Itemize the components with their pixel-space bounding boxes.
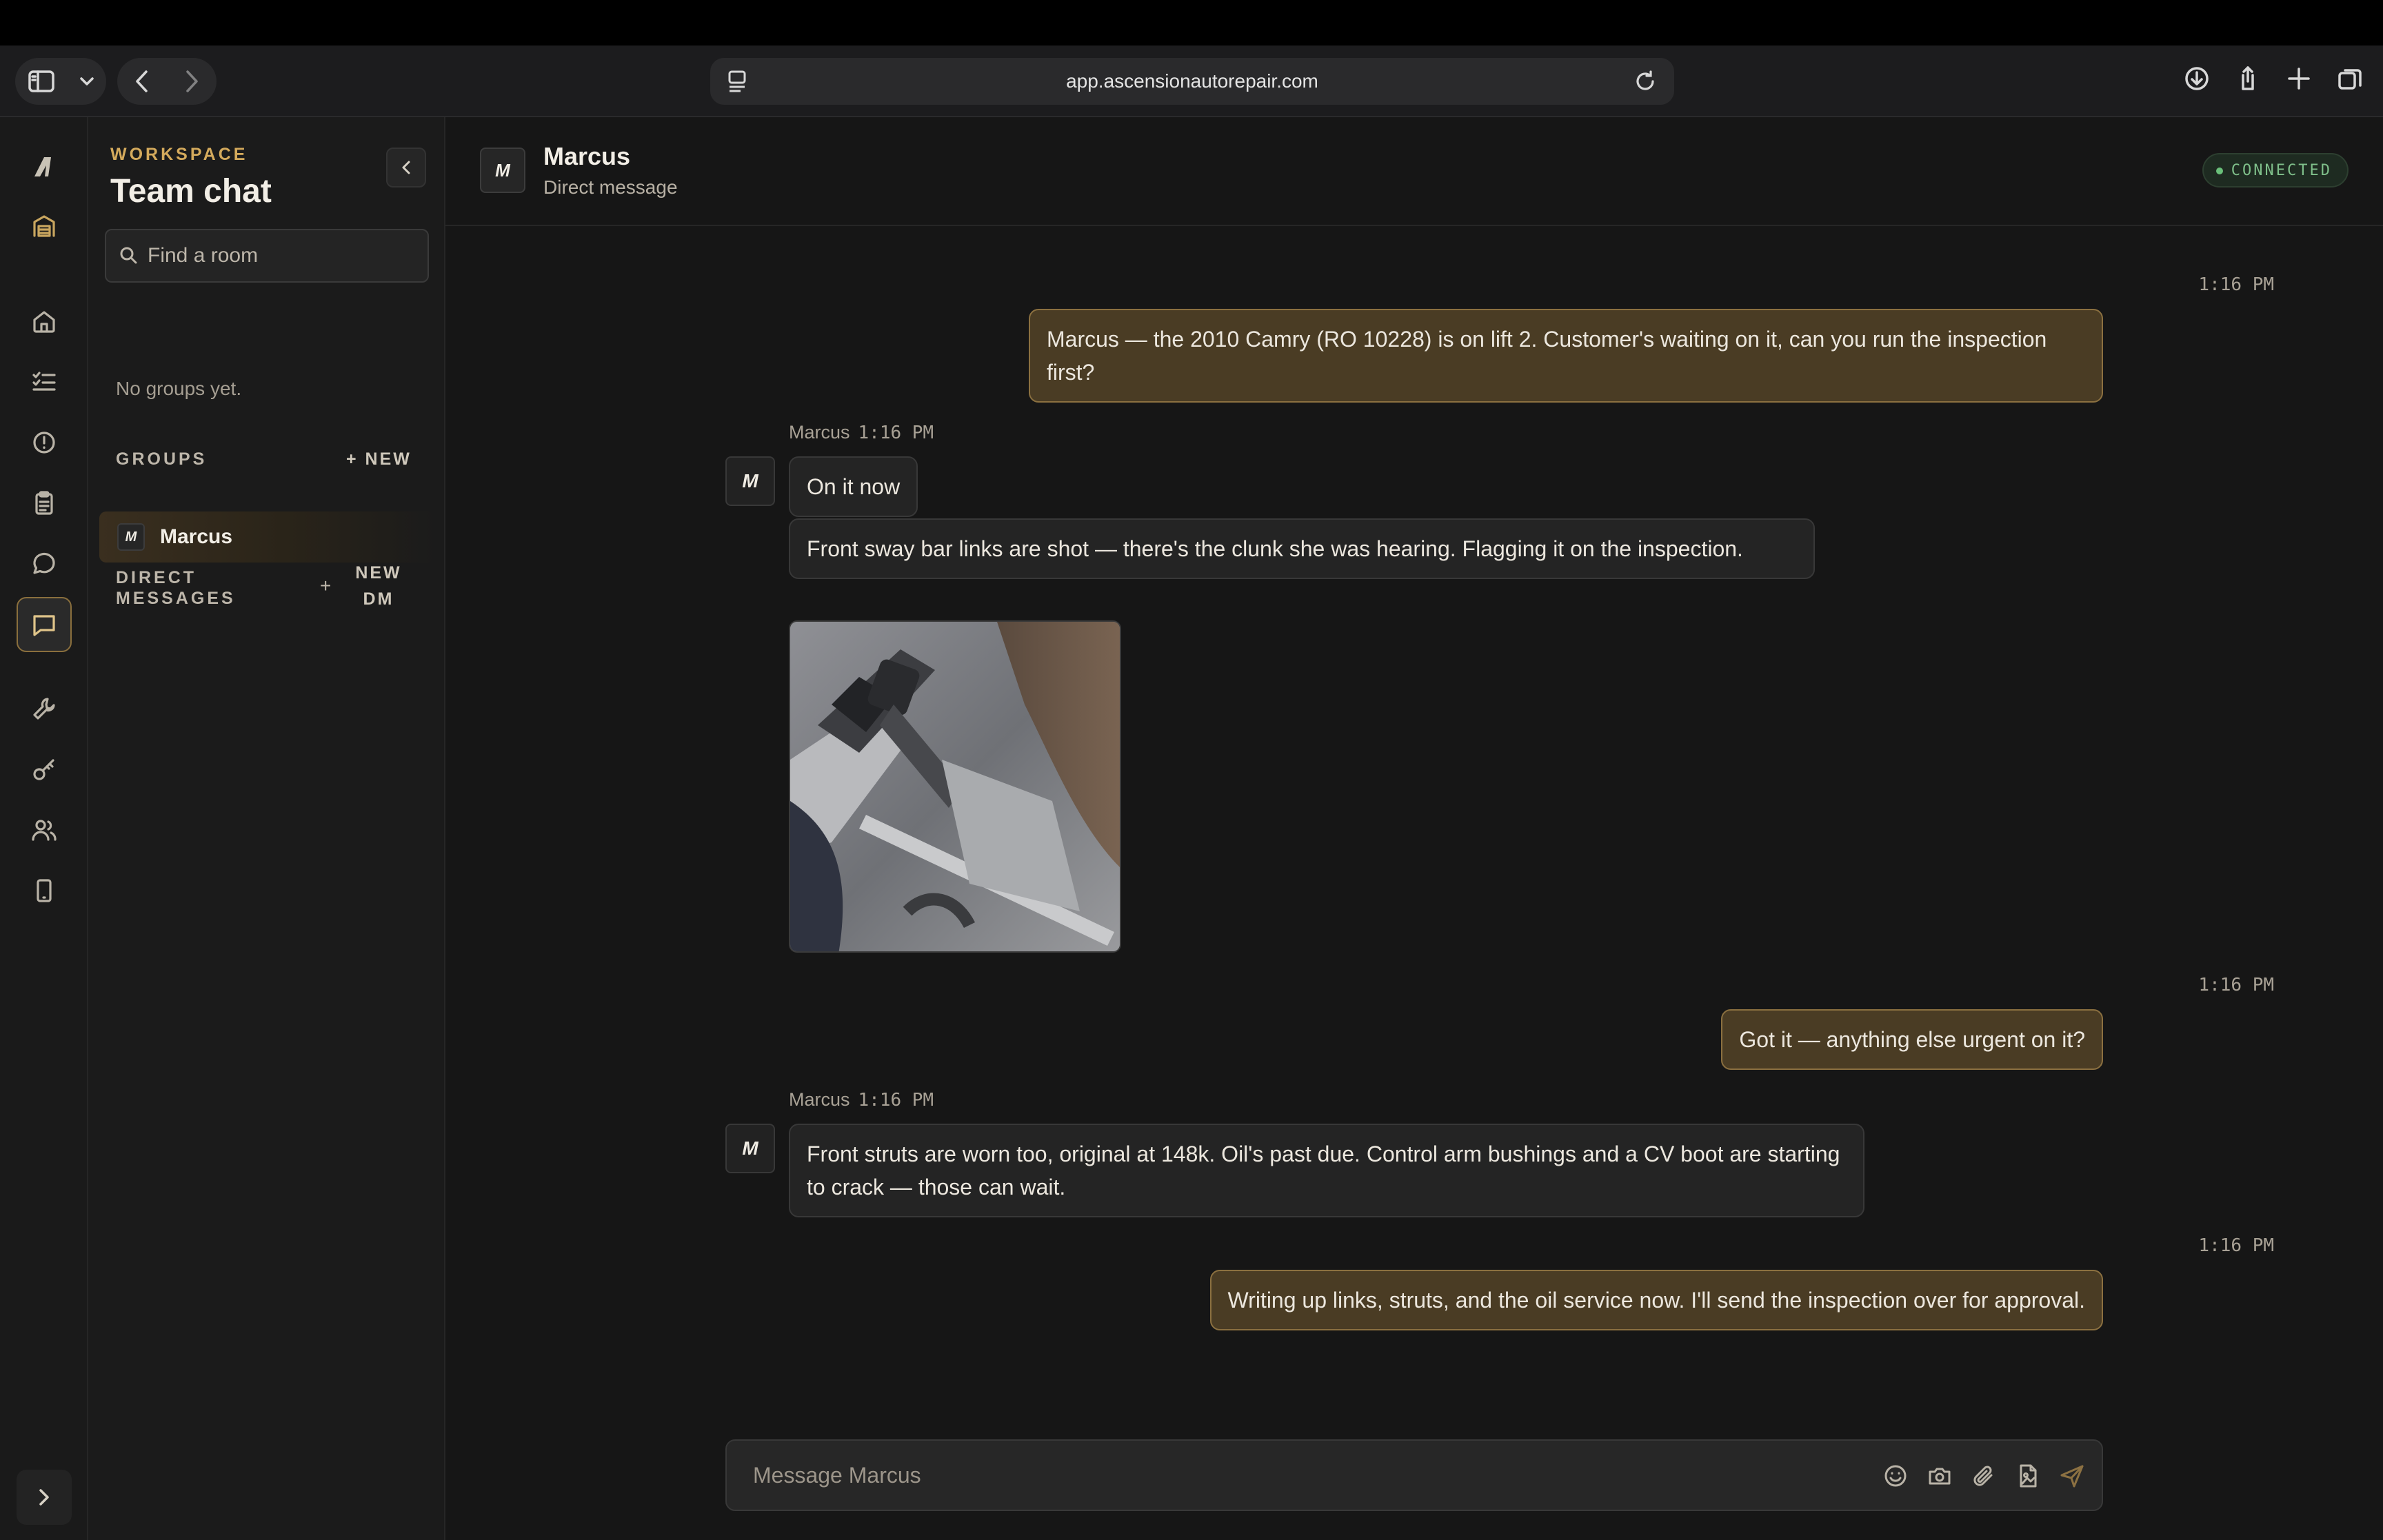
chevron-left-icon (402, 161, 410, 174)
avatar: M (725, 1124, 775, 1173)
history-nav-group (117, 58, 217, 105)
garage-icon[interactable] (17, 199, 72, 254)
search-placeholder: Find a room (148, 244, 259, 267)
app-logo-icon[interactable] (17, 139, 72, 194)
camera-icon[interactable] (1925, 1461, 1954, 1490)
message-timestamp: 1:16 PM (2198, 1235, 2274, 1256)
sidebar-toggle-icon[interactable] (21, 61, 62, 102)
message-bubble-incoming: On it now (789, 456, 918, 517)
message-bubble-outgoing: Writing up links, struts, and the oil se… (1209, 1270, 2103, 1330)
users-icon[interactable] (17, 802, 72, 858)
key-icon[interactable] (17, 742, 72, 797)
alert-circle-icon[interactable] (17, 415, 72, 470)
status-badge: CONNECTED (2202, 153, 2349, 188)
dm-item-marcus[interactable]: M Marcus (99, 511, 434, 563)
conversation-title: Marcus (543, 142, 631, 170)
groups-label: GROUPS (116, 449, 208, 469)
message-timestamp: 1:16 PM (858, 423, 934, 443)
message-meta: Marcus 1:16 PM (789, 422, 934, 443)
screen-top-bezel (0, 0, 2383, 45)
message-input[interactable]: Message Marcus (725, 1439, 2103, 1511)
dm-label-line2: MESSAGES (116, 589, 236, 608)
nav-rail (0, 117, 88, 1540)
avatar: M (480, 148, 525, 193)
message-sender: Marcus (789, 1089, 850, 1110)
home-icon[interactable] (17, 294, 72, 349)
reload-icon[interactable] (1631, 68, 1659, 100)
expand-rail-button[interactable] (17, 1470, 72, 1525)
composer-tools (1881, 1461, 2087, 1490)
avatar: M (117, 523, 145, 551)
message-bubble-outgoing: Marcus — the 2010 Camry (RO 10228) is on… (1029, 309, 2103, 403)
message-bubble-incoming: Front sway bar links are shot — there's … (789, 518, 1815, 579)
chevron-right-icon (39, 1489, 49, 1506)
tab-overview-icon[interactable] (2329, 58, 2371, 99)
message-timestamp: 1:16 PM (2198, 274, 2274, 295)
forward-arrow-icon[interactable] (171, 61, 212, 102)
message-circle-icon[interactable] (17, 536, 72, 591)
back-arrow-icon[interactable] (121, 61, 163, 102)
sidebar-title: Team chat (110, 173, 272, 210)
new-dm-line1: NEW (355, 563, 402, 582)
downloads-icon[interactable] (2176, 58, 2218, 99)
send-icon[interactable] (2058, 1461, 2087, 1490)
chat-main: M Marcus Direct message CONNECTED 1:16 P… (445, 117, 2383, 1540)
workspace-label: WORKSPACE (110, 145, 248, 164)
emoji-icon[interactable] (1881, 1461, 1910, 1490)
search-icon (117, 244, 141, 273)
browser-actions (2176, 58, 2371, 99)
share-icon[interactable] (2227, 58, 2269, 99)
sidebar-toggle-group (15, 58, 106, 105)
message-timestamp: 1:16 PM (858, 1090, 934, 1111)
message-meta: Marcus 1:16 PM (789, 1089, 934, 1111)
new-dm-button[interactable]: NEW DM (348, 560, 410, 612)
status-dot-icon (2215, 168, 2223, 174)
message-bubble-outgoing: Got it — anything else urgent on it? (1721, 1009, 2103, 1070)
image-attachment[interactable] (789, 620, 1121, 953)
sway-bar-link-photo (790, 622, 1120, 951)
clipboard-icon[interactable] (17, 476, 72, 531)
app-root: WORKSPACE Team chat Find a room GROUPS +… (0, 117, 2383, 1540)
page-settings-icon[interactable] (725, 68, 750, 100)
paperclip-icon[interactable] (1969, 1461, 1998, 1490)
message-input-placeholder: Message Marcus (753, 1462, 921, 1488)
dm-label-line1: DIRECT (116, 568, 197, 587)
wrench-icon[interactable] (17, 681, 72, 736)
avatar: M (725, 456, 775, 506)
new-tab-plus-icon[interactable] (2278, 58, 2320, 99)
new-dm-line2: DM (363, 589, 394, 609)
new-group-button[interactable]: + NEW (346, 446, 412, 472)
groups-empty-state: No groups yet. (116, 378, 242, 399)
chat-header: M Marcus Direct message CONNECTED (445, 117, 2383, 226)
collapse-sidebar-button[interactable] (386, 148, 426, 188)
task-list-icon[interactable] (17, 354, 72, 409)
message-sender: Marcus (789, 422, 850, 443)
new-dm-plus[interactable]: + (320, 575, 331, 597)
browser-toolbar: app.ascensionautorepair.com (0, 45, 2383, 117)
dm-item-label: Marcus (160, 525, 233, 548)
image-file-icon[interactable] (2013, 1461, 2042, 1490)
url-text: app.ascensionautorepair.com (1066, 70, 1318, 92)
team-chat-icon[interactable] (17, 597, 72, 652)
message-timestamp: 1:16 PM (2198, 975, 2274, 995)
room-search-input[interactable]: Find a room (105, 229, 429, 283)
status-text: CONNECTED (2231, 161, 2332, 179)
address-bar[interactable]: app.ascensionautorepair.com (710, 58, 1674, 105)
mobile-device-icon[interactable] (17, 863, 72, 918)
chat-sidebar: WORKSPACE Team chat Find a room GROUPS +… (88, 117, 445, 1540)
conversation-subtitle: Direct message (543, 176, 678, 198)
message-bubble-incoming: Front struts are worn too, original at 1… (789, 1124, 1864, 1217)
chevron-down-icon[interactable] (73, 61, 101, 102)
